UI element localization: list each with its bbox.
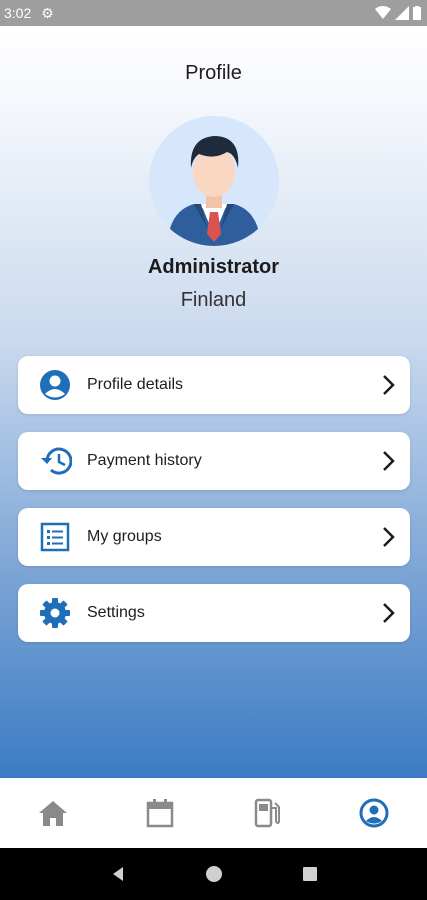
bottom-navigation [0,778,427,848]
user-name: Administrator [147,256,280,278]
status-time: 3:02 [4,5,32,21]
home-icon [39,801,68,826]
chevron-right-icon [383,451,395,471]
gear-icon [37,595,73,631]
menu-label: My groups [87,528,162,545]
back-icon[interactable] [109,865,127,883]
fuel-station-icon [254,798,280,828]
list-icon [37,519,73,555]
wifi-icon [375,6,391,19]
settings-notification-icon: ⚙ [41,4,54,21]
user-country: Finland [180,289,247,311]
chevron-right-icon [383,603,395,623]
nav-calendar[interactable] [140,793,180,833]
calendar-icon [146,799,174,828]
status-icons [375,6,421,20]
menu-settings[interactable]: Settings [18,584,410,642]
menu-payment-history[interactable]: Payment history [18,432,410,490]
page-title: Profile [185,62,242,84]
history-icon [37,443,73,479]
home-circle-icon[interactable] [205,865,223,883]
account-circle-icon [37,367,73,403]
avatar [149,116,279,246]
chevron-right-icon [383,375,395,395]
battery-icon [413,6,421,20]
status-bar: 3:02 ⚙ [0,0,427,26]
profile-icon [359,798,389,828]
nav-home[interactable] [33,793,73,833]
recents-icon[interactable] [302,866,318,882]
nav-profile[interactable] [354,793,394,833]
menu-my-groups[interactable]: My groups [18,508,410,566]
nav-fuel[interactable] [247,793,287,833]
signal-icon [395,6,409,20]
menu-label: Profile details [87,376,184,393]
chevron-right-icon [383,527,395,547]
menu-label: Settings [87,604,145,621]
businessman-avatar-icon [167,136,261,246]
system-navigation-bar [0,848,427,900]
profile-screen: Profile Administrator Finland Profile de… [0,26,427,778]
menu-profile-details[interactable]: Profile details [18,356,410,414]
menu-label: Payment history [87,452,202,469]
